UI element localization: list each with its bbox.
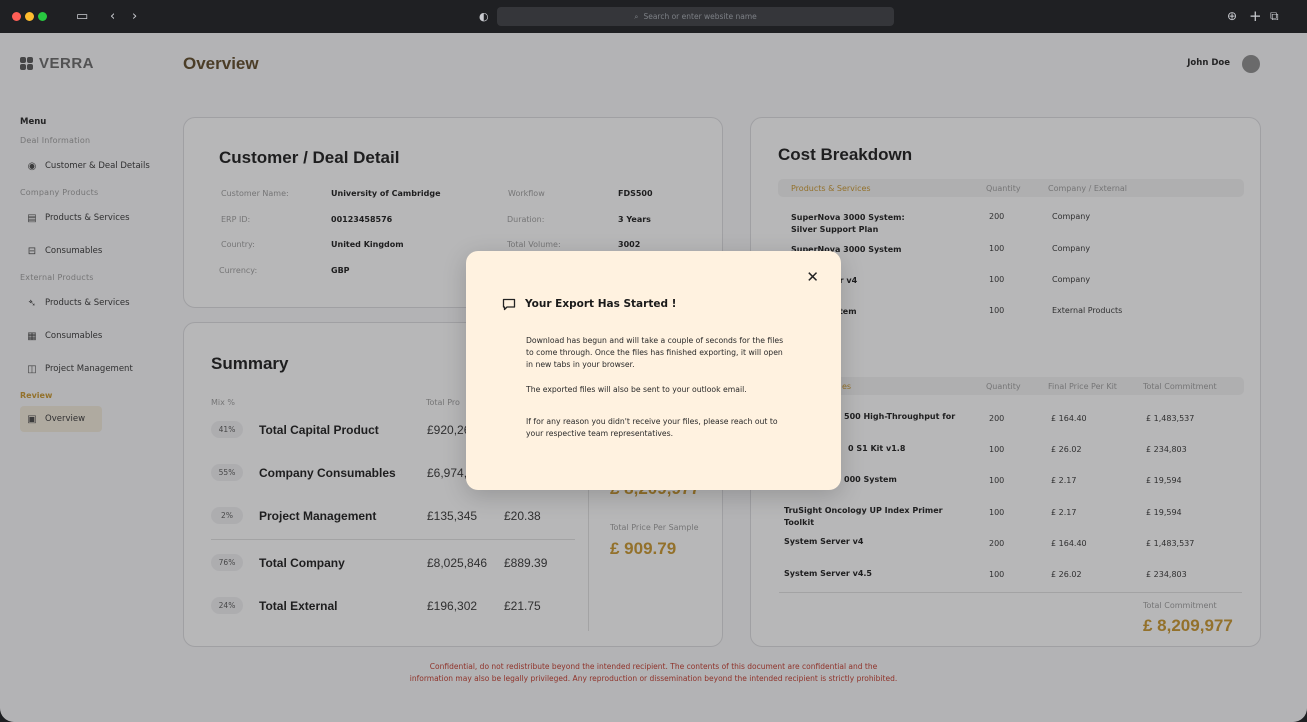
shield-icon: ◐ bbox=[479, 10, 489, 23]
modal-paragraph-1: Download has begun and will take a coupl… bbox=[526, 336, 784, 369]
search-icon: ⌕ bbox=[634, 11, 639, 21]
app-window: VERRA Overview John Doe Menu Deal Inform… bbox=[0, 33, 1307, 722]
maximize-window-button[interactable] bbox=[38, 12, 47, 21]
close-icon[interactable]: ✕ bbox=[806, 268, 819, 286]
message-icon bbox=[502, 298, 516, 311]
export-modal: ✕ Your Export Has Started ! Download has… bbox=[466, 251, 841, 490]
browser-toolbar: ▭ ‹ › ◐ ⌕ Search or enter website name ⊕… bbox=[0, 0, 1307, 33]
forward-icon[interactable]: › bbox=[132, 0, 137, 33]
modal-paragraph-2: The exported files will also be sent to … bbox=[526, 385, 747, 394]
download-icon[interactable]: ⊕ bbox=[1227, 0, 1237, 33]
new-tab-icon[interactable]: + bbox=[1249, 0, 1262, 33]
address-placeholder: Search or enter website name bbox=[643, 12, 757, 21]
sidebar-toggle-icon[interactable]: ▭ bbox=[76, 0, 88, 33]
back-icon[interactable]: ‹ bbox=[110, 0, 115, 33]
tabs-overview-icon[interactable]: ⧉ bbox=[1270, 0, 1279, 33]
close-window-button[interactable] bbox=[12, 12, 21, 21]
minimize-window-button[interactable] bbox=[25, 12, 34, 21]
address-bar[interactable]: ⌕ Search or enter website name bbox=[497, 7, 894, 26]
modal-paragraph-3: If for any reason you didn't receive you… bbox=[526, 417, 778, 438]
modal-title: Your Export Has Started ! bbox=[525, 298, 677, 310]
